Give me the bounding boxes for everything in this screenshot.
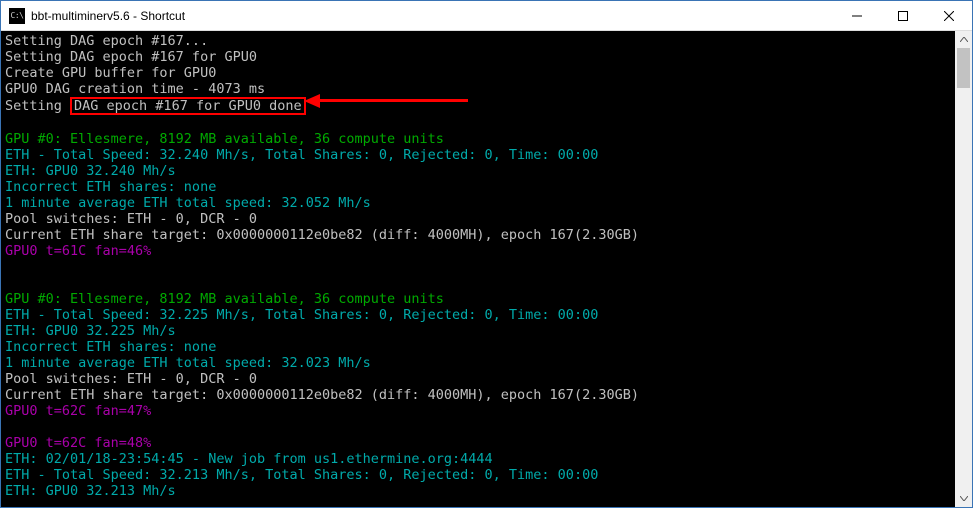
log-blank: [5, 275, 13, 291]
log-line: GPU #0: Ellesmere, 8192 MB available, 36…: [5, 291, 444, 307]
minimize-icon: [852, 11, 862, 21]
log-line: GPU0 DAG creation time - 4073 ms: [5, 81, 265, 97]
scroll-up-button[interactable]: [955, 31, 972, 48]
log-line: 1 minute average ETH total speed: 32.023…: [5, 355, 371, 371]
log-line: Setting DAG epoch #167 for GPU0: [5, 49, 257, 65]
minimize-button[interactable]: [834, 1, 880, 30]
window-controls: [834, 1, 972, 30]
log-text: Setting: [5, 98, 70, 114]
log-line: ETH: GPU0 32.240 Mh/s: [5, 163, 176, 179]
log-blank: [5, 259, 13, 275]
vertical-scrollbar[interactable]: [955, 31, 972, 507]
log-line: ETH - Total Speed: 32.213 Mh/s, Total Sh…: [5, 467, 598, 483]
titlebar[interactable]: C:\ bbt-multiminerv5.6 - Shortcut: [1, 1, 972, 31]
chevron-down-icon: [960, 496, 968, 501]
log-line: Incorrect ETH shares: none: [5, 179, 216, 195]
log-line: ETH: GPU0 32.225 Mh/s: [5, 323, 176, 339]
close-icon: [944, 11, 954, 21]
maximize-button[interactable]: [880, 1, 926, 30]
log-line: GPU0 t=62C fan=47%: [5, 403, 151, 419]
log-line: Current ETH share target: 0x0000000112e0…: [5, 227, 639, 243]
log-line: 1 minute average ETH total speed: 32.052…: [5, 195, 371, 211]
app-icon-glyph: C:\: [11, 12, 24, 20]
log-blank: [5, 115, 13, 131]
log-line: Pool switches: ETH - 0, DCR - 0: [5, 211, 257, 227]
app-icon: C:\: [9, 8, 25, 24]
client-area: Setting DAG epoch #167... Setting DAG ep…: [1, 31, 972, 507]
log-line: Incorrect ETH shares: none: [5, 339, 216, 355]
log-line: Setting DAG epoch #167 for GPU0 done: [5, 98, 306, 114]
log-line: ETH - Total Speed: 32.225 Mh/s, Total Sh…: [5, 307, 598, 323]
window-title: bbt-multiminerv5.6 - Shortcut: [31, 9, 834, 23]
log-line: ETH: GPU0 32.213 Mh/s: [5, 483, 176, 499]
log-line: Pool switches: ETH - 0, DCR - 0: [5, 371, 257, 387]
log-line: GPU0 t=61C fan=46%: [5, 243, 151, 259]
log-line: GPU #0: Ellesmere, 8192 MB available, 36…: [5, 131, 444, 147]
maximize-icon: [898, 11, 908, 21]
log-line: GPU0 t=62C fan=48%: [5, 435, 151, 451]
log-line: Create GPU buffer for GPU0: [5, 65, 216, 81]
console-window: C:\ bbt-multiminerv5.6 - Shortcut Settin…: [0, 0, 973, 508]
log-line: ETH - Total Speed: 32.240 Mh/s, Total Sh…: [5, 147, 598, 163]
highlight-box: DAG epoch #167 for GPU0 done: [70, 97, 306, 115]
console-output[interactable]: Setting DAG epoch #167... Setting DAG ep…: [1, 31, 955, 507]
log-line: ETH: 02/01/18-23:54:45 - New job from us…: [5, 451, 493, 467]
chevron-up-icon: [960, 37, 968, 42]
log-line: Current ETH share target: 0x0000000112e0…: [5, 387, 639, 403]
close-button[interactable]: [926, 1, 972, 30]
scroll-thumb[interactable]: [957, 48, 970, 88]
log-line: Setting DAG epoch #167...: [5, 33, 208, 49]
scroll-down-button[interactable]: [955, 490, 972, 507]
log-blank: [5, 419, 13, 435]
